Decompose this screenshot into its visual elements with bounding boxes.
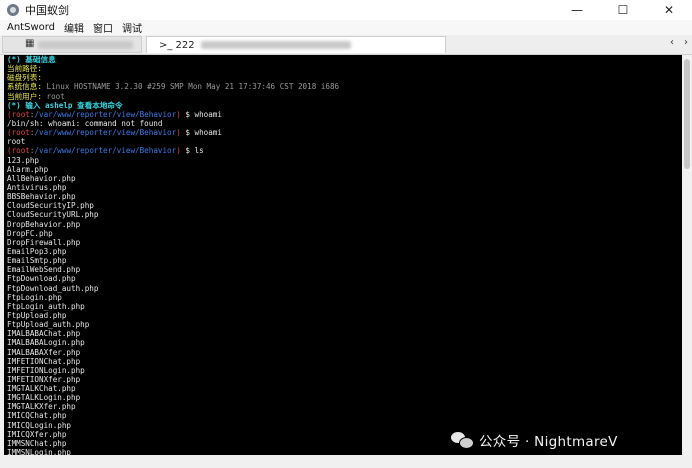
command-text: whoami xyxy=(194,109,222,119)
terminal-output-line: BBSBehavior.php xyxy=(7,192,76,202)
menu-item-2[interactable]: 窗口 xyxy=(93,20,113,35)
terminal-output-line: CloudSecurityURL.php xyxy=(7,210,99,220)
vertical-scrollbar[interactable] xyxy=(683,55,691,455)
terminal-output-line: EmailSmtp.php xyxy=(7,256,67,266)
header-label: 系统信息: xyxy=(7,82,47,92)
header-text: 当前路径: xyxy=(7,64,47,74)
close-button[interactable]: ✕ xyxy=(646,0,692,20)
redacted-terminal-host xyxy=(200,41,351,49)
prompt-path: /var/www/reporter/view/Behavior xyxy=(34,128,177,138)
terminal-output-line: FtpDownload_auth.php xyxy=(7,283,99,293)
window-title: 中国蚁剑 xyxy=(25,4,69,17)
terminal-output-line: FtpDownload.php xyxy=(7,274,76,284)
watermark-text: 公众号 · NightmareV xyxy=(479,434,618,450)
terminal-output-line: DropBehavior.php xyxy=(7,219,81,229)
menu-bar: AntSword 编辑 窗口 调试 xyxy=(0,20,692,35)
terminal-output-line: 123.php xyxy=(7,155,40,165)
tab-scroll-right-icon[interactable]: › xyxy=(684,37,688,48)
redacted-tab-label xyxy=(38,41,133,49)
terminal-output-line: IMFETIONChat.php xyxy=(7,356,81,366)
header-value: Linux HOSTNAME 3.2.30 #259 SMP Mon May 2… xyxy=(46,82,340,92)
terminal-output-line: IMGTALKLogin.php xyxy=(7,393,81,403)
minimize-button[interactable]: — xyxy=(554,0,600,20)
menu-item-1[interactable]: 编辑 xyxy=(64,20,84,35)
terminal-output-line: EmailPop3.php xyxy=(7,246,67,256)
terminal-output-line: IMFETIONLogin.php xyxy=(7,365,85,375)
tab-terminal[interactable]: >_ 222 xyxy=(146,36,446,53)
terminal-output-line: IMALBABALogin.php xyxy=(7,338,85,348)
command-text: ls xyxy=(194,146,204,156)
terminal-output-line: Antivirus.php xyxy=(7,182,67,192)
terminal-prompt-line: (root:/var/www/reporter/view/Behavior) $… xyxy=(7,109,222,119)
terminal-output[interactable]: (*) 基础信息 当前路径: 磁盘列表: 系统信息: Linux HOSTNAME… xyxy=(4,55,682,455)
grid-icon: ▦ xyxy=(25,38,35,49)
prompt-user: root xyxy=(11,109,30,119)
terminal-output-line: FtpUpload.php xyxy=(7,310,67,320)
terminal-output-line: IMGTALKXfer.php xyxy=(7,402,76,412)
prompt-user: root xyxy=(11,146,30,156)
wechat-icon xyxy=(451,431,474,449)
terminal-output-line: IMICQChat.php xyxy=(7,411,67,421)
watermark: 公众号 · NightmareV xyxy=(451,428,618,452)
scrollbar-thumb[interactable] xyxy=(684,59,690,169)
maximize-button[interactable]: ☐ xyxy=(600,0,646,20)
terminal-output-line: DropFirewall.php xyxy=(7,237,81,247)
terminal-output-line: FtpLogin_auth.php xyxy=(7,301,85,311)
header-text: 磁盘列表: xyxy=(7,73,47,83)
terminal-header-line: 当前用户: root xyxy=(4,92,682,101)
terminal-tab-label: >_ 222 xyxy=(159,39,195,51)
terminal-output-line: EmailWebSend.php xyxy=(7,265,81,275)
terminal-header-line: (*) 基础信息 xyxy=(4,55,682,64)
terminal-header-line: (*) 输入 ashelp 查看本地命令 xyxy=(4,101,682,110)
terminal-output-line: IMGTALKChat.php xyxy=(7,384,76,394)
terminal-header-line: 系统信息: Linux HOSTNAME 3.2.30 #259 SMP Mon… xyxy=(4,82,682,91)
title-bar: 中国蚁剑 — ☐ ✕ xyxy=(0,0,692,20)
terminal-prompt-line: (root:/var/www/reporter/view/Behavior) $… xyxy=(7,128,222,138)
prompt-path: /var/www/reporter/view/Behavior xyxy=(34,146,177,156)
terminal-output-line: AllBehavior.php xyxy=(7,173,76,183)
menu-item-3[interactable]: 调试 xyxy=(122,20,142,35)
terminal-output-line: DropFC.php xyxy=(7,228,53,238)
status-bar xyxy=(0,455,692,468)
terminal-output-line: Alarm.php xyxy=(7,164,49,174)
prompt-path: /var/www/reporter/view/Behavior xyxy=(34,109,177,119)
tab-scroll-left-icon[interactable]: ‹ xyxy=(670,37,674,48)
terminal-output-line: IMFETIONXfer.php xyxy=(7,374,81,384)
terminal-output-line: IMALBABAXfer.php xyxy=(7,347,81,357)
terminal-output-line: FtpLogin.php xyxy=(7,292,62,302)
terminal-prompt-line: (root:/var/www/reporter/view/Behavior) $… xyxy=(7,146,204,156)
header-text: (*) 输入 ashelp 查看本地命令 xyxy=(7,100,123,110)
antsword-logo-icon xyxy=(7,4,19,16)
tab-connection[interactable]: ▦ xyxy=(2,36,142,53)
terminal-output-line: root xyxy=(7,137,26,147)
terminal-output-line: CloudSecurityIP.php xyxy=(7,201,94,211)
terminal-header-line: 当前路径: xyxy=(4,64,682,73)
tab-bar: ▦ >_ 222 ‹ › xyxy=(0,35,692,55)
terminal-output-line: /bin/sh: whoami: command not found xyxy=(7,118,163,128)
header-text: (*) 基础信息 xyxy=(7,55,56,64)
header-value: root xyxy=(46,91,65,101)
header-label: 当前用户: xyxy=(7,91,47,101)
menu-item-0[interactable]: AntSword xyxy=(7,22,55,33)
terminal-output-line: IMALBABAChat.php xyxy=(7,329,81,339)
prompt-user: root xyxy=(11,128,30,138)
command-text: whoami xyxy=(194,128,222,138)
terminal-output-line: FtpUpload_auth.php xyxy=(7,320,90,330)
